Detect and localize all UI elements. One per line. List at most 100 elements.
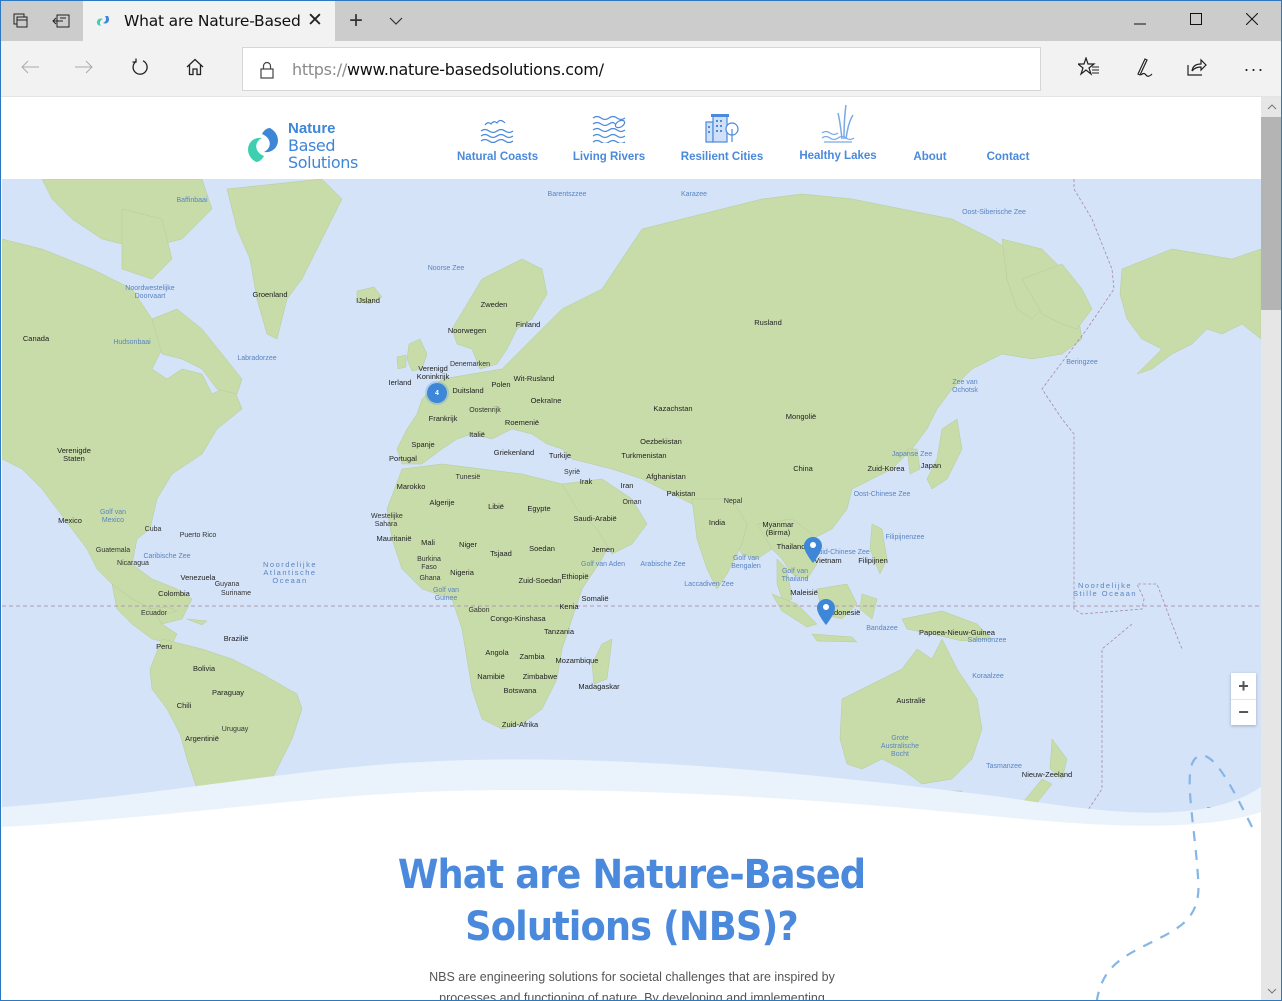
river-fish-icon [571, 107, 647, 143]
world-map[interactable]: Baffinbaai Noordwestelijke Doorvaart Hud… [2, 179, 1261, 829]
site-logo[interactable]: Nature Based Solutions [246, 120, 406, 171]
map-label: Oost-Chinese Zee [853, 491, 911, 498]
map-label: Noorwegen [447, 326, 487, 335]
map-label: Polen [491, 380, 511, 389]
map-label: Burkina Faso [417, 556, 441, 571]
scroll-up-icon[interactable] [1261, 97, 1281, 117]
map-label: Syrië [564, 469, 580, 476]
nav-label: Healthy Lakes [799, 150, 877, 162]
url-text[interactable]: https://www.nature-basedsolutions.com/ [292, 60, 604, 79]
scroll-down-icon[interactable] [1261, 981, 1281, 1000]
close-tab-icon[interactable]: ✕ [305, 11, 325, 31]
map-label: Oman [622, 499, 642, 506]
map-label: Tanzania [543, 627, 575, 636]
map-label: Labradorzee [237, 355, 277, 362]
refresh-button[interactable] [120, 49, 160, 89]
nav-living-rivers[interactable]: Living Rivers [571, 107, 647, 167]
web-notes-icon [1133, 57, 1153, 82]
more-button[interactable]: ··· [1232, 49, 1276, 89]
nav-healthy-lakes[interactable]: Healthy Lakes [798, 99, 878, 167]
nbs-favicon [95, 13, 111, 29]
forward-arrow-icon [75, 60, 93, 79]
map-label: Mauritanië [376, 534, 412, 543]
map-label: Golf van Bengalen [731, 555, 761, 570]
chevron-down-icon[interactable] [379, 1, 413, 41]
map-label: Australië [896, 696, 926, 705]
address-bar[interactable]: https://www.nature-basedsolutions.com/ [242, 47, 1041, 91]
map-label: Baffinbaai [176, 197, 208, 204]
map-label: Oostenrijk [469, 407, 501, 414]
map-label: Oezbekistan [640, 437, 682, 446]
close-window-button[interactable] [1224, 1, 1280, 41]
map-label: Noordwestelijke Doorvaart [125, 285, 175, 300]
map-label: Zee van Ochotsk [952, 379, 978, 394]
map-label: Golf van Thailand [781, 568, 809, 583]
map-label: Duitsland [452, 386, 484, 395]
map-label: Noorse Zee [427, 265, 465, 272]
page-heading: What are Nature-Based Solutions (NBS)? [52, 849, 1210, 953]
map-label: Madagaskar [578, 682, 620, 691]
back-arrow-icon [21, 60, 39, 79]
nav-natural-coasts[interactable]: Natural Coasts [457, 107, 539, 167]
scrollbar-thumb[interactable] [1261, 117, 1281, 310]
map-label: Thailand [776, 542, 806, 551]
favorites-button[interactable] [1067, 49, 1111, 89]
tab-active[interactable]: What are Nature-Based ✕ [83, 1, 335, 41]
waves-birds-icon [457, 107, 537, 143]
marker-cluster[interactable]: 4 [427, 383, 447, 403]
back-button[interactable] [10, 49, 50, 89]
favorites-icon [1076, 55, 1100, 82]
page-scrollbar[interactable] [1261, 97, 1281, 1000]
set-aside-tabs-icon[interactable] [41, 1, 81, 41]
map-label: Zuid-Korea [867, 464, 905, 473]
map-label: Laccadiven Zee [684, 581, 734, 588]
nav-resilient-cities[interactable]: Resilient Cities [680, 107, 764, 167]
zoom-out-button[interactable]: − [1231, 699, 1256, 725]
minimize-button[interactable] [1112, 1, 1168, 41]
map-label: Guyana [214, 581, 240, 588]
nav-label: About [913, 151, 947, 163]
new-tab-button[interactable]: + [339, 1, 373, 41]
share-button[interactable] [1175, 49, 1219, 89]
nav-contact[interactable]: Contact [982, 107, 1034, 167]
map-label: Koraalzee [972, 673, 1004, 680]
map-label: Denemarken [449, 361, 491, 368]
map-label: Myanmar (Birma) [762, 520, 794, 537]
map-label: Puerto Rico [179, 532, 217, 539]
map-label: Mozambique [555, 656, 599, 665]
nav-label: Natural Coasts [457, 151, 539, 163]
web-notes-button[interactable] [1121, 49, 1165, 89]
tab-preview-icon[interactable] [1, 1, 41, 41]
map-marker-indonesia[interactable] [817, 599, 835, 625]
home-button[interactable] [175, 49, 215, 89]
map-label: Japan [920, 461, 942, 470]
forward-button[interactable] [64, 49, 104, 89]
map-label: Libië [488, 502, 504, 511]
url-host: www.nature-basedsolutions.com/ [346, 60, 604, 79]
map-label: Kenia [559, 602, 579, 611]
map-label: Golf van Guinee [432, 587, 460, 602]
nav-about[interactable]: About [910, 107, 950, 167]
map-label: Namibië [477, 672, 505, 681]
close-icon [1245, 12, 1259, 30]
map-label: Bandazee [866, 625, 898, 632]
map-label: Filipijnenzee [885, 534, 925, 541]
maximize-button[interactable] [1168, 1, 1224, 41]
map-label: Papoea-Nieuw-Guinea [919, 628, 995, 637]
map-label: Uruguay [221, 726, 249, 733]
map-marker-vietnam[interactable] [804, 537, 822, 563]
map-label: Cuba [144, 526, 162, 533]
map-label: Zuid-Soedan [518, 576, 562, 585]
map-label: Venezuela [180, 573, 216, 582]
map-label: Brazilië [223, 634, 249, 643]
map-label: Ethiopië [561, 572, 589, 581]
map-label: Zimbabwe [522, 672, 558, 681]
map-label: Finland [515, 320, 541, 329]
map-label: Verenigde Staten [57, 446, 91, 463]
map-label: Portugal [389, 454, 417, 463]
map-pin-icon [817, 599, 835, 625]
map-label: Guatemala [95, 547, 131, 554]
zoom-in-button[interactable]: + [1231, 673, 1256, 699]
map-label: Karazee [680, 191, 708, 198]
map-label: Golf van Aden [581, 561, 625, 568]
